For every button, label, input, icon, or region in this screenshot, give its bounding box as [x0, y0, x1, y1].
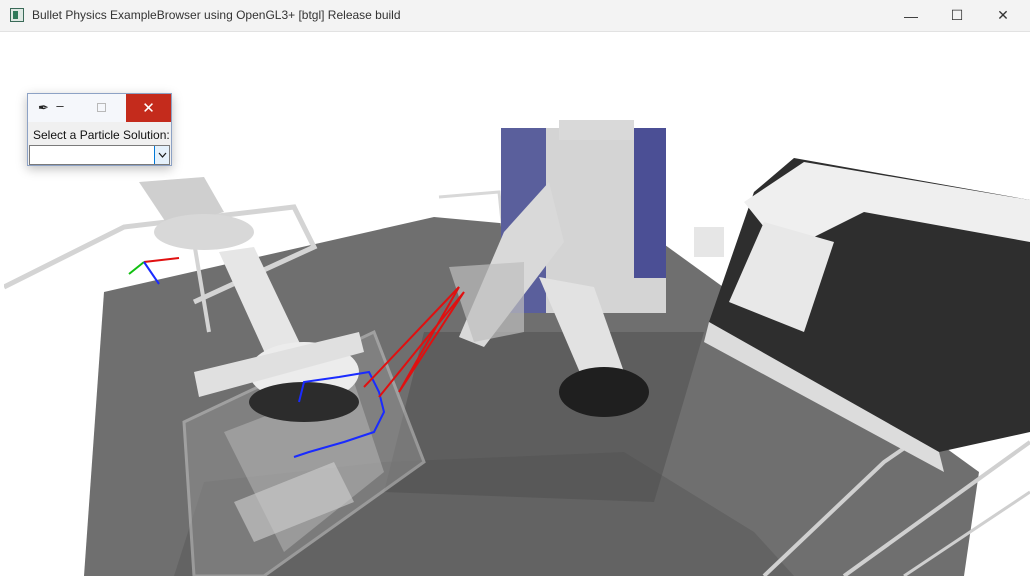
robot-left-joint — [154, 214, 254, 250]
feather-icon: ✒ — [38, 100, 49, 115]
maximize-button[interactable]: ☐ — [934, 0, 980, 31]
robot-left-base — [249, 382, 359, 422]
dialog-minimize-button[interactable]: – — [52, 98, 68, 116]
maximize-icon: ☐ — [950, 7, 964, 23]
close-icon: ✕ — [142, 100, 155, 117]
app-window-icon — [10, 8, 24, 22]
robot-shadow — [384, 332, 704, 502]
window-titlebar[interactable]: Bullet Physics ExampleBrowser using Open… — [0, 0, 1030, 32]
close-button[interactable]: ✕ — [980, 0, 1026, 31]
dialog-maximize-button[interactable] — [97, 103, 106, 112]
close-icon: ✕ — [997, 7, 1009, 23]
chevron-down-icon[interactable] — [154, 146, 169, 164]
particle-solution-dialog[interactable]: ✒ – ✕ Select a Particle Solution: — [27, 93, 172, 166]
minimize-button[interactable]: — — [888, 0, 934, 31]
particle-solution-select[interactable] — [29, 145, 170, 165]
axis-y — [128, 261, 145, 275]
column-top — [559, 120, 634, 140]
axis-z — [143, 261, 160, 285]
machine-column-side-blue-right — [634, 128, 666, 278]
axis-x — [143, 257, 180, 263]
robot-center-base — [559, 367, 649, 417]
machine-panel — [694, 227, 724, 257]
particle-solution-label: Select a Particle Solution: — [33, 128, 170, 142]
particle-dialog-titlebar[interactable]: ✒ – ✕ — [28, 94, 171, 122]
minimize-icon: — — [904, 7, 918, 24]
window-title: Bullet Physics ExampleBrowser using Open… — [32, 8, 401, 22]
dialog-close-button[interactable]: ✕ — [126, 94, 171, 122]
